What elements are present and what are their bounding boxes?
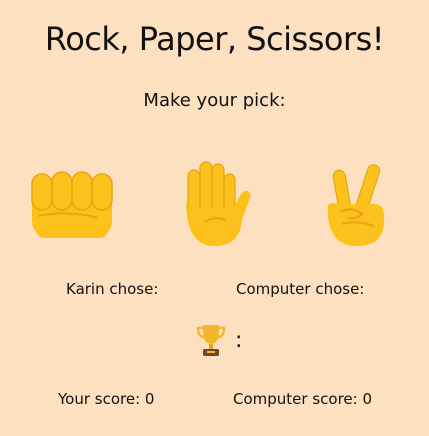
trophy-icon <box>196 325 226 356</box>
instruction-text: Make your pick: <box>143 90 286 111</box>
paper-button[interactable] <box>168 160 258 250</box>
raised-hand-icon <box>186 161 251 246</box>
computer-chose-label: Computer chose: <box>236 280 365 298</box>
computer-score: Computer score: 0 <box>233 390 373 408</box>
choice-group <box>0 160 429 250</box>
rock-button[interactable] <box>28 160 118 250</box>
winner-separator: : <box>235 327 243 353</box>
player-chose-label: Karin chose: <box>66 280 159 298</box>
scissors-button[interactable] <box>312 160 402 250</box>
fist-icon <box>31 171 113 238</box>
page-title: Rock, Paper, Scissors! <box>44 20 385 58</box>
player-score: Your score: 0 <box>58 390 155 408</box>
victory-hand-icon <box>327 164 385 246</box>
winner-row: : <box>195 322 242 358</box>
